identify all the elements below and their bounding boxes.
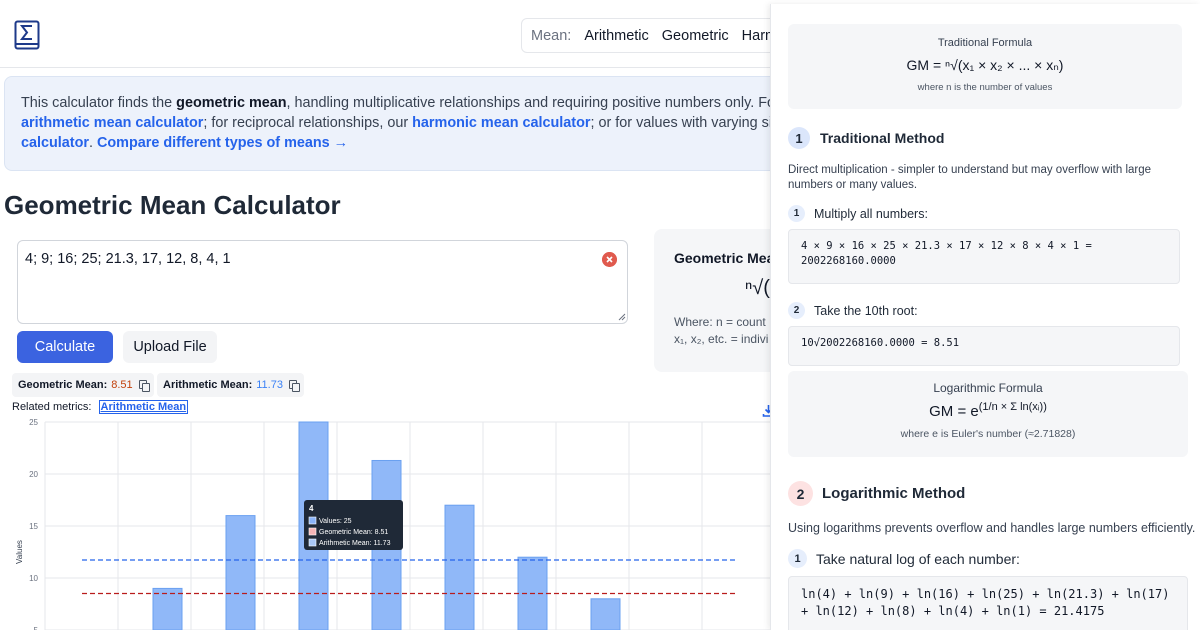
harmonic-mean-calculator-link[interactable]: harmonic mean calculator	[412, 115, 590, 131]
tooltip-line: Values: 25	[319, 518, 352, 525]
info-text: ; for reciprocal relationships, our	[203, 115, 413, 131]
code-block: ln(4) + ln(9) + ln(16) + ln(25) + ln(21.…	[788, 576, 1188, 630]
traditional-formula: GM = ⁿ√(x₁ × x₂ × ... × xₙ)	[906, 57, 1064, 73]
substep-heading: 1 Multiply all numbers:	[788, 205, 928, 222]
tooltip-title: 4	[309, 504, 314, 513]
y-tick-label: 20	[29, 470, 38, 479]
log-formula-exponent: (1/n × Σ ln(xᵢ))	[978, 401, 1047, 413]
log-formula-note: where e is Euler's number (≈2.71828)	[900, 428, 1076, 440]
y-tick-label: 5	[34, 626, 39, 630]
log-formula: GM = e(1/n × Σ ln(xᵢ))	[788, 401, 1188, 420]
gm-label: Geometric Mean:	[18, 379, 108, 391]
compare-means-link[interactable]: Compare different types of means →	[97, 135, 348, 151]
numbers-input-wrapper	[17, 240, 628, 324]
substep-title: Take the 10th root:	[814, 303, 918, 318]
traditional-formula-box: Traditional Formula GM = ⁿ√(x₁ × x₂ × ..…	[788, 24, 1182, 109]
code-block: 4 × 9 × 16 × 25 × 21.3 × 17 × 12 × 8 × 4…	[788, 229, 1180, 284]
calculate-button[interactable]: Calculate	[17, 331, 113, 363]
upload-file-button[interactable]: Upload File	[123, 331, 217, 363]
arithmetic-mean-result: Arithmetic Mean: 11.73	[157, 373, 304, 397]
method-traditional-heading: 1 Traditional Method	[788, 127, 944, 149]
substep-title: Multiply all numbers:	[814, 206, 928, 221]
y-tick-label: 15	[29, 522, 38, 531]
info-text: , handling multiplicative relationships …	[286, 95, 804, 111]
mean-nav-label: Mean:	[531, 27, 572, 44]
y-axis-label: Values	[15, 540, 24, 564]
substep-number: 1	[788, 205, 805, 222]
mean-nav-arithmetic[interactable]: Arithmetic	[584, 28, 648, 44]
weighted-mean-calculator-link[interactable]: calculator	[21, 135, 89, 151]
tooltip-swatch	[308, 527, 317, 536]
code-block: 10√2002268160.0000 = 8.51	[788, 326, 1180, 366]
bar	[590, 598, 621, 630]
calculation-steps-panel: Traditional Formula GM = ⁿ√(x₁ × x₂ × ..…	[770, 4, 1200, 630]
substep-title: Take natural log of each number:	[816, 550, 1020, 567]
mean-nav-geometric[interactable]: Geometric	[662, 28, 729, 44]
log-formula-title: Logarithmic Formula	[933, 381, 1043, 395]
bar	[444, 504, 475, 630]
gm-value: 8.51	[111, 379, 133, 391]
substep-heading: 2 Take the 10th root:	[788, 302, 918, 319]
tooltip-swatch	[308, 516, 317, 525]
tooltip-line: Geometric Mean: 8.51	[319, 529, 388, 536]
sigma-book-icon[interactable]	[14, 20, 40, 52]
tooltip-line: Arithmetic Mean: 11.73	[319, 540, 391, 547]
info-box: This calculator finds the geometric mean…	[4, 76, 804, 171]
traditional-formula-title: Traditional Formula	[937, 37, 1033, 49]
copy-icon[interactable]	[288, 380, 300, 392]
method-title: Logarithmic Method	[822, 485, 966, 502]
method-description: Direct multiplication - simpler to under…	[788, 164, 1152, 191]
resize-grip-icon[interactable]	[618, 313, 626, 321]
traditional-formula-note: where n is the number of values	[917, 82, 1053, 93]
info-text: .	[88, 135, 93, 151]
formula-card-etc: x₁, x₂, etc. = indivi	[674, 332, 769, 346]
page-title: Geometric Mean Calculator	[4, 190, 341, 220]
method-title: Traditional Method	[820, 130, 945, 146]
numbers-input[interactable]	[18, 241, 627, 323]
formula-card-title: Geometric Mea	[674, 250, 775, 266]
substep-number: 2	[788, 302, 805, 319]
logarithmic-formula-box: Logarithmic Formula GM = e(1/n × Σ ln(xᵢ…	[788, 371, 1188, 457]
info-bold-geometric-mean: geometric mean	[176, 95, 287, 111]
method-logarithmic-heading: 2 Logarithmic Method	[788, 481, 965, 506]
tooltip-swatch	[308, 538, 317, 547]
y-tick-label: 25	[29, 418, 38, 427]
clear-input-icon[interactable]	[602, 252, 617, 267]
log-formula-base: GM = e	[929, 403, 979, 420]
formula-card-where: Where: n = count	[674, 315, 766, 329]
info-text: This calculator finds the	[21, 95, 177, 111]
substep-heading: 1 Take natural log of each number:	[788, 549, 1020, 568]
formula-card-formula: ⁿ√(	[745, 277, 770, 299]
y-tick-label: 10	[29, 574, 38, 583]
method-description: Using logarithms prevents overflow and h…	[788, 521, 1196, 535]
geometric-mean-result: Geometric Mean: 8.51	[12, 373, 154, 397]
am-value: 11.73	[256, 379, 283, 391]
am-label: Arithmetic Mean:	[163, 379, 253, 391]
substep-number: 1	[788, 549, 807, 568]
bar	[225, 515, 256, 630]
copy-icon[interactable]	[138, 380, 150, 392]
step-number: 1	[788, 127, 810, 149]
bar-chart: 25 20 15 10 5 Values 4 Values: 25 Geometric Mean…	[15, 418, 770, 630]
arithmetic-mean-calculator-link[interactable]: arithmetic mean calculator	[21, 115, 203, 131]
bar	[152, 587, 183, 630]
step-number: 2	[788, 481, 813, 506]
